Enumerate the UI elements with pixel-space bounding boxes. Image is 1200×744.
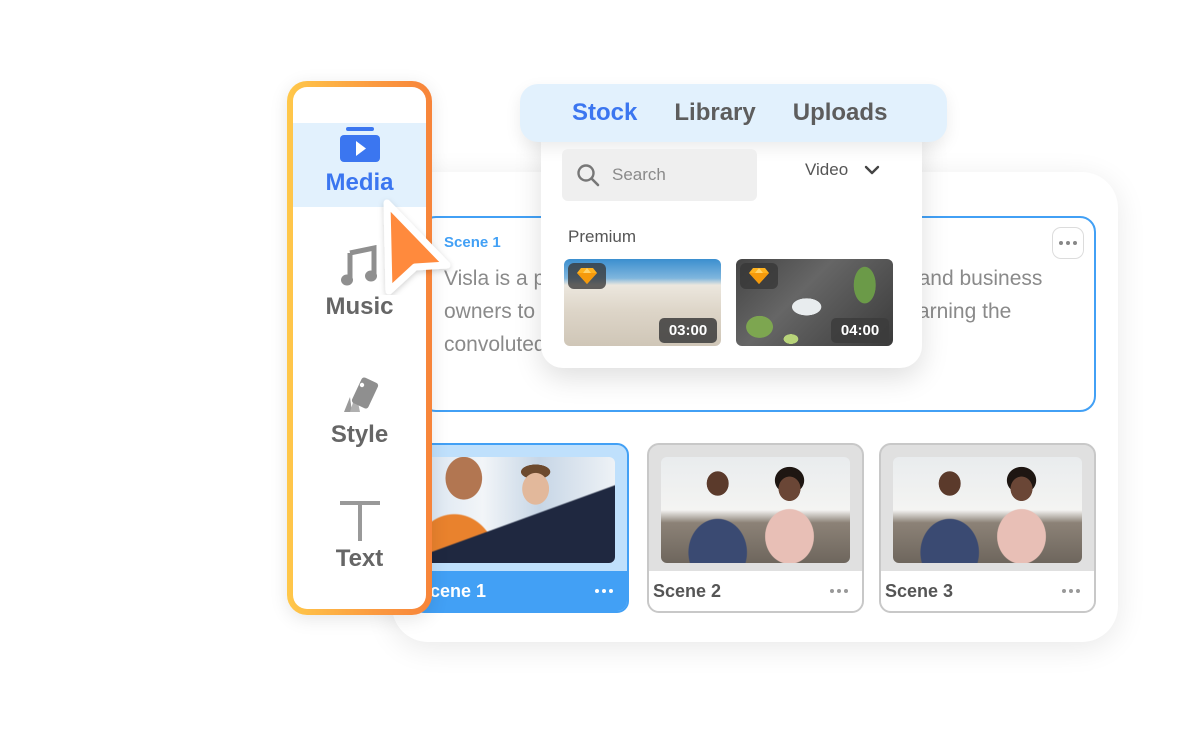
search-field[interactable] xyxy=(562,149,757,201)
sidebar-item-style[interactable]: Style xyxy=(293,375,426,449)
media-play-icon xyxy=(339,127,380,162)
scene-thumbnail xyxy=(426,457,615,563)
sidebar-item-label: Style xyxy=(330,421,389,448)
more-dots-icon xyxy=(1059,241,1077,245)
scene-thumbnail xyxy=(893,457,1082,563)
premium-badge xyxy=(568,263,606,289)
tab-uploads[interactable]: Uploads xyxy=(793,99,888,127)
search-icon xyxy=(577,164,600,187)
chevron-down-icon xyxy=(864,165,880,175)
scene-card-1[interactable]: Scene 1 xyxy=(412,443,629,613)
tab-library[interactable]: Library xyxy=(674,99,755,127)
media-type-value: Video xyxy=(805,160,849,179)
scene-name: Scene 2 xyxy=(653,580,722,601)
sidebar-item-label: Text xyxy=(335,545,384,572)
style-swatch-icon xyxy=(343,377,378,412)
scene-more-icon[interactable] xyxy=(1062,589,1080,593)
sidebar-item-label: Media xyxy=(325,169,394,196)
diamond-icon xyxy=(577,268,597,284)
scene-editor-more-button[interactable] xyxy=(1052,227,1084,259)
sidebar-item-text[interactable]: Text xyxy=(293,499,426,573)
sidebar: Media Music Style Text xyxy=(287,81,432,615)
scene-more-icon[interactable] xyxy=(830,589,848,593)
scene-more-icon[interactable] xyxy=(595,589,613,593)
premium-section-label: Premium xyxy=(568,227,637,246)
media-item-desert[interactable]: 03:00 xyxy=(564,259,721,346)
cursor-pointer-icon xyxy=(383,199,451,295)
premium-badge xyxy=(740,263,778,289)
sidebar-item-label: Music xyxy=(325,293,394,320)
scene-card-2[interactable]: Scene 2 xyxy=(647,443,864,613)
music-note-icon xyxy=(340,245,377,286)
duration-badge: 04:00 xyxy=(831,318,889,343)
search-input[interactable] xyxy=(612,165,742,185)
scene-name: Scene 3 xyxy=(885,580,954,601)
media-type-dropdown[interactable]: Video xyxy=(805,160,880,180)
diamond-icon xyxy=(749,268,769,284)
media-item-cocktail[interactable]: 04:00 xyxy=(736,259,893,346)
tab-stock[interactable]: Stock xyxy=(572,99,637,127)
media-source-tabs: Stock Library Uploads xyxy=(520,84,947,142)
duration-badge: 03:00 xyxy=(659,318,717,343)
scene-thumbnail xyxy=(661,457,850,563)
scene-card-3[interactable]: Scene 3 xyxy=(879,443,1096,613)
text-t-icon xyxy=(339,501,380,541)
